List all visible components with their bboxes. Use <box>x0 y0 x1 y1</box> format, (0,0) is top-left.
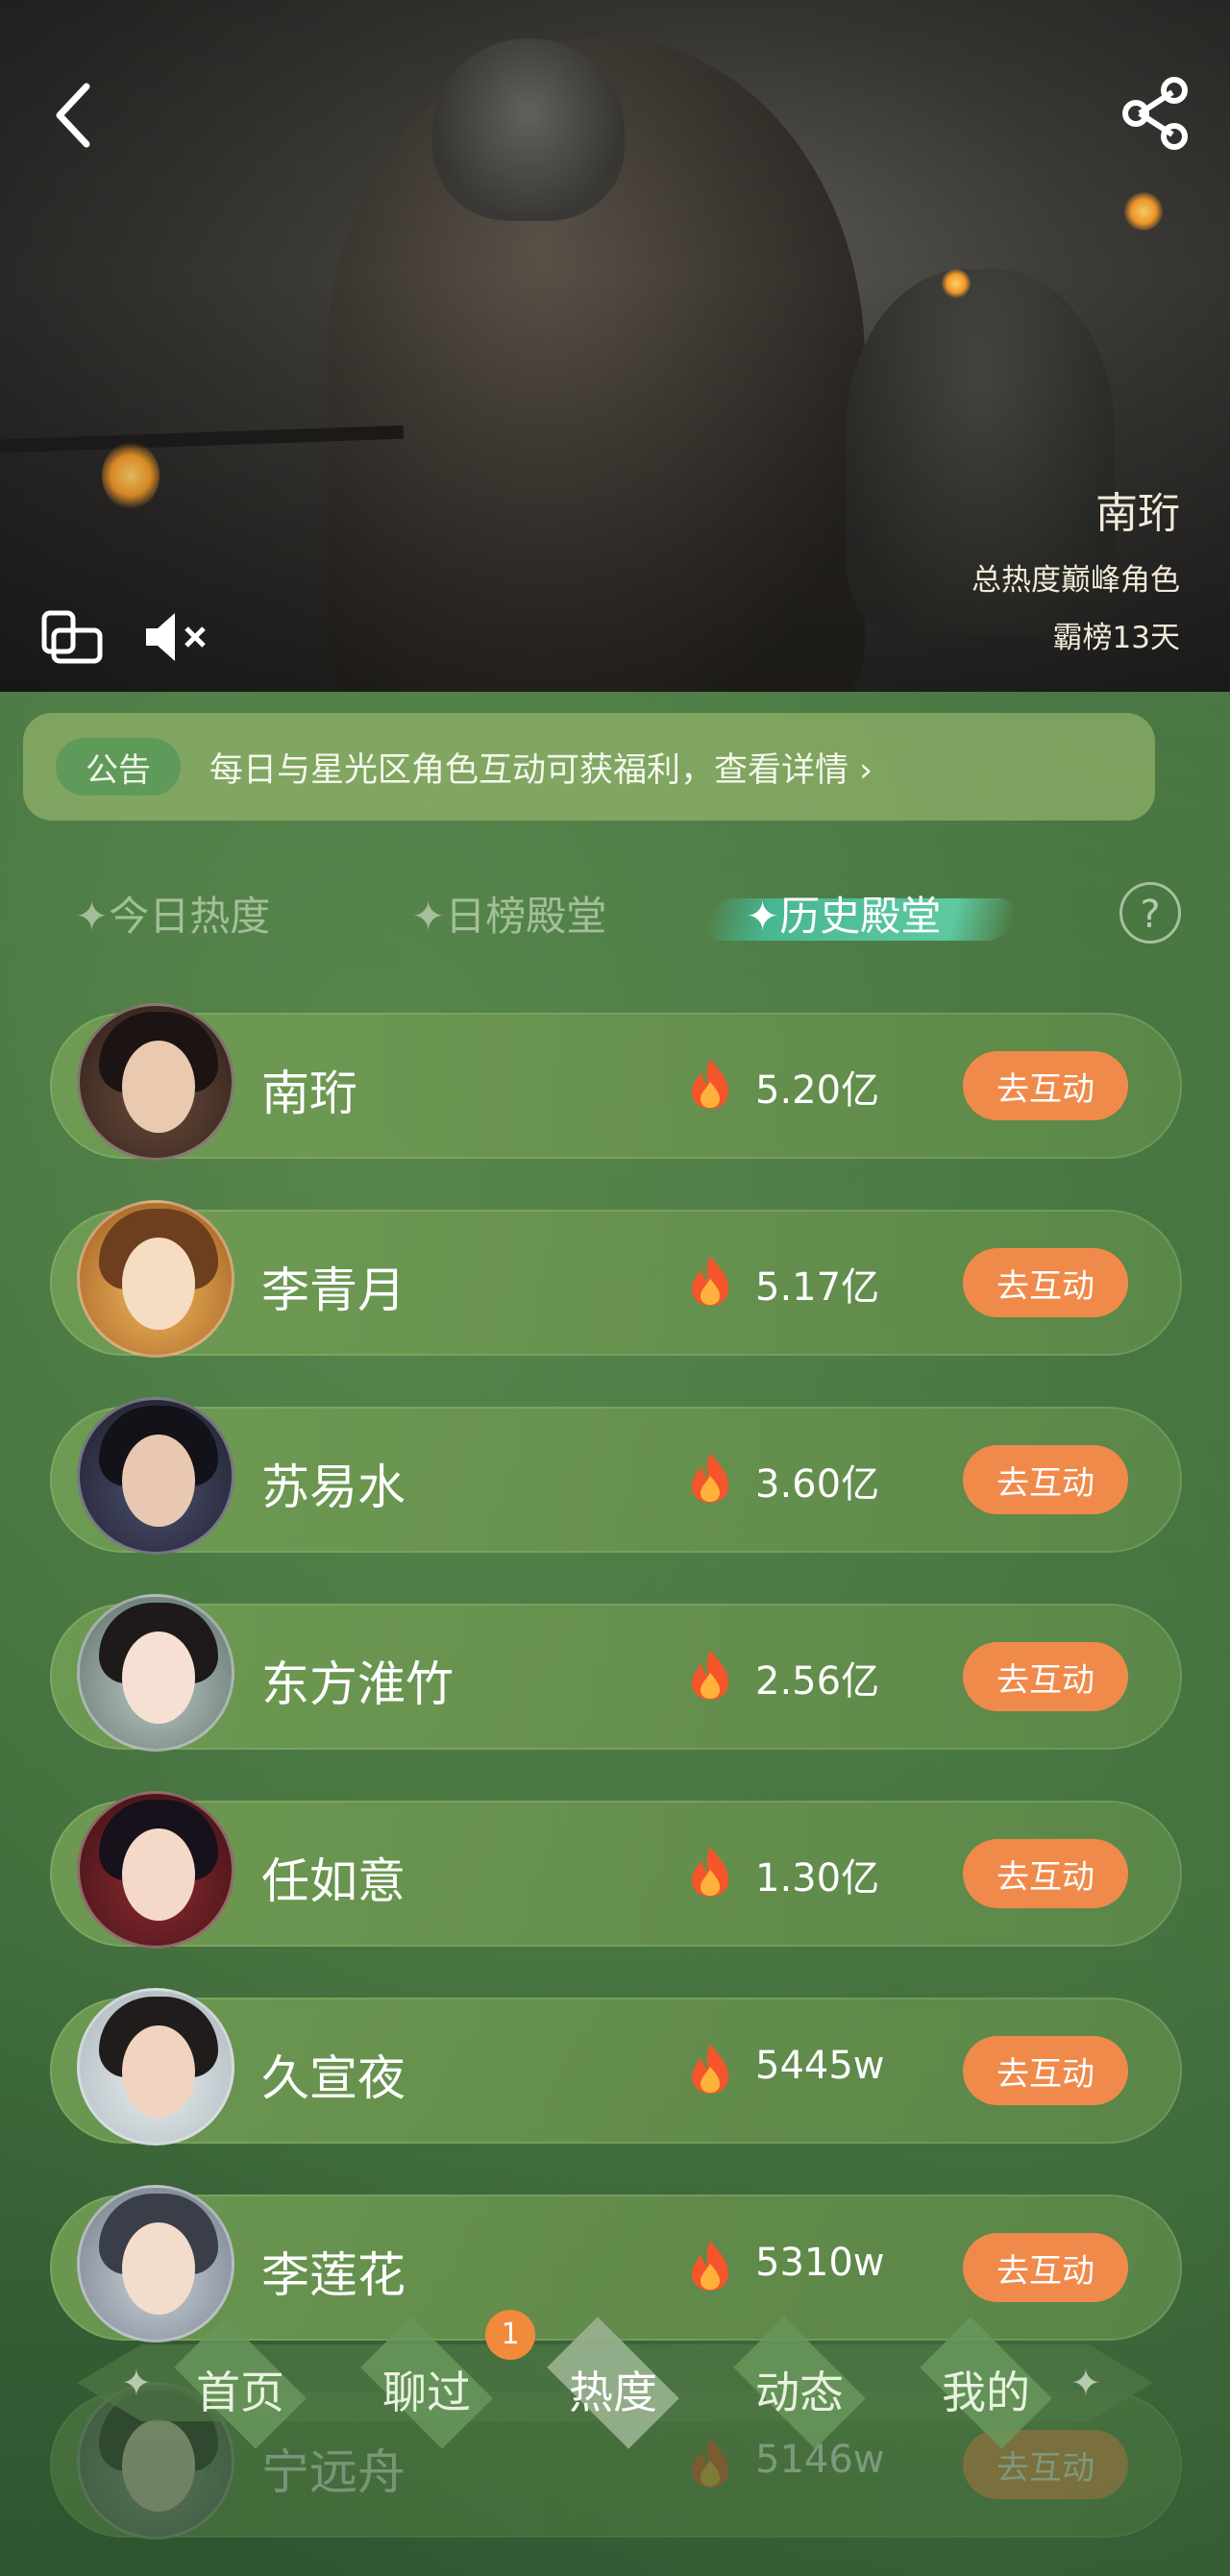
avatar <box>77 1003 234 1161</box>
tab-today-heat[interactable]: ✦今日热度 <box>75 884 270 943</box>
character-name: 久宣夜 <box>261 2050 406 2106</box>
nav-chats-label: 聊过 <box>382 2367 471 2418</box>
announcement-banner[interactable]: 公告 每日与星光区角色互动可获福利，查看详情 › <box>23 713 1155 821</box>
heat-value: 5310w <box>755 2241 885 2285</box>
ranking-row[interactable]: 东方淮竹 2.56亿 去互动 <box>50 1594 1182 1752</box>
nav-moments-label: 动态 <box>755 2367 844 2418</box>
interact-button[interactable]: 去互动 <box>963 1445 1128 1514</box>
nav-home[interactable]: 首页 <box>156 2317 325 2449</box>
nav-me[interactable]: 我的 <box>901 2317 1070 2449</box>
mute-icon[interactable] <box>142 609 213 665</box>
ranking-row[interactable]: 久宣夜 5445w 去互动 <box>50 1988 1182 2146</box>
character-name: 东方淮竹 <box>261 1656 454 1712</box>
screen-rotate-icon[interactable] <box>40 609 104 665</box>
flame-icon <box>692 1059 728 1109</box>
announcement-text: 每日与星光区角色互动可获福利，查看详情 › <box>209 750 873 790</box>
avatar <box>77 1988 234 2146</box>
ranking-row[interactable]: 任如意 1.30亿 去互动 <box>50 1791 1182 1949</box>
character-name: 南珩 <box>261 1066 357 1121</box>
interact-button[interactable]: 去互动 <box>963 1642 1128 1711</box>
interact-button[interactable]: 去互动 <box>963 1839 1128 1908</box>
back-icon[interactable] <box>50 79 98 152</box>
help-icon[interactable]: ? <box>1119 882 1181 944</box>
hero-video[interactable]: 南珩 总热度巅峰角色 霸榜13天 <box>0 0 1230 692</box>
heat-value: 5445w <box>755 2044 885 2088</box>
ranking-row[interactable]: 苏易水 3.60亿 去互动 <box>50 1397 1182 1555</box>
nav-me-label: 我的 <box>942 2367 1030 2418</box>
share-icon[interactable] <box>1117 75 1193 152</box>
character-name: 任如意 <box>261 1853 406 1909</box>
interact-button[interactable]: 去互动 <box>963 1051 1128 1120</box>
flame-icon <box>692 2044 728 2094</box>
hero-character-name: 南珩 <box>1095 489 1180 538</box>
avatar <box>77 1397 234 1555</box>
flame-icon <box>692 2241 728 2291</box>
sparkle-icon: ✦ <box>121 2362 152 2404</box>
avatar <box>77 1791 234 1949</box>
announcement-tag: 公告 <box>56 738 181 796</box>
nav-moments[interactable]: 动态 <box>715 2317 884 2449</box>
character-name: 李莲花 <box>261 2247 406 2303</box>
heat-value: 1.30亿 <box>755 1856 880 1901</box>
heat-value: 3.60亿 <box>755 1462 880 1507</box>
flame-icon <box>692 1256 728 1306</box>
heat-value: 2.56亿 <box>755 1659 880 1704</box>
nav-hot[interactable]: 热度 <box>529 2317 698 2449</box>
flame-icon <box>692 1650 728 1700</box>
heat-value: 5.20亿 <box>755 1068 880 1113</box>
nav-home-label: 首页 <box>196 2367 284 2418</box>
avatar <box>77 1594 234 1752</box>
ranking-row[interactable]: 李青月 5.17亿 去互动 <box>50 1200 1182 1358</box>
interact-button[interactable]: 去互动 <box>963 2036 1128 2105</box>
hero-subtitle: 总热度巅峰角色 <box>972 563 1180 598</box>
interact-button[interactable]: 去互动 <box>963 2233 1128 2302</box>
sparkle-icon: ✦ <box>1070 2362 1101 2404</box>
flame-icon <box>692 1453 728 1503</box>
nav-hot-label: 热度 <box>569 2367 657 2418</box>
flame-icon <box>692 1847 728 1897</box>
heat-value: 5.17亿 <box>755 1265 880 1310</box>
tab-history-hall[interactable]: ✦历史殿堂 <box>746 884 941 943</box>
tab-daily-hall[interactable]: ✦日榜殿堂 <box>411 884 606 943</box>
ranking-row[interactable]: 南珩 5.20亿 去互动 <box>50 1003 1182 1161</box>
character-name: 苏易水 <box>261 1460 406 1515</box>
character-name: 李青月 <box>261 1263 406 1318</box>
hero-days-on-chart: 霸榜13天 <box>1052 621 1180 655</box>
hot-ranking-page: 南珩 总热度巅峰角色 霸榜13天 公告 每日与星光区角色互动可获福利，查看详情 … <box>0 0 1230 2576</box>
interact-button[interactable]: 去互动 <box>963 1248 1128 1317</box>
avatar <box>77 1200 234 1358</box>
bottom-navigation: ✦ ✦ 首页 聊过 1 热度 动态 我的 <box>48 2310 1182 2450</box>
